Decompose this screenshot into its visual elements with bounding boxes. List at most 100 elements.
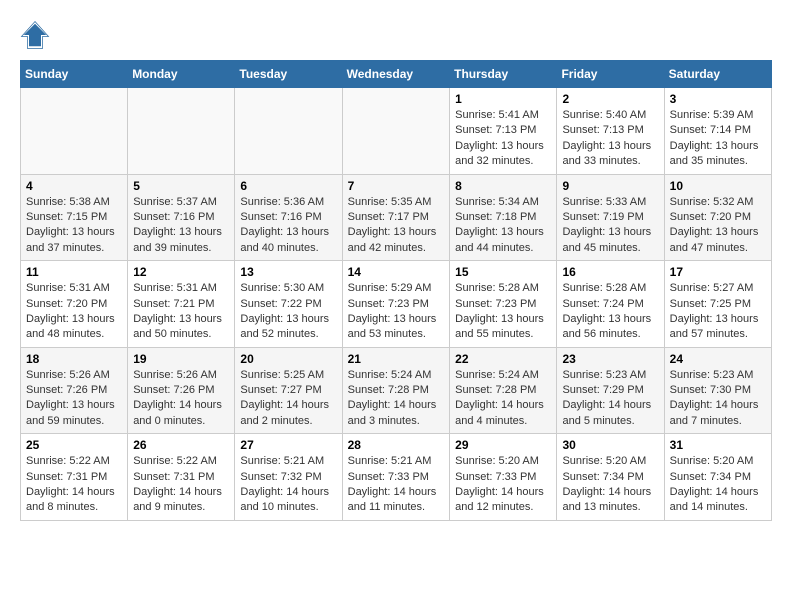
calendar-week-row: 18Sunrise: 5:26 AM Sunset: 7:26 PM Dayli… <box>21 347 772 434</box>
day-number: 13 <box>240 265 336 279</box>
calendar-day-cell: 1 Sunrise: 5:41 AM Sunset: 7:13 PM Daylig… <box>450 88 557 175</box>
calendar-day-cell: 4 Sunrise: 5:38 AM Sunset: 7:15 PM Daylig… <box>21 174 128 261</box>
day-info: Sunrise: 5:24 AM Sunset: 7:28 PM Dayligh… <box>348 368 445 430</box>
day-info: Sunrise: 5:28 AM Sunset: 7:24 PM Dayligh… <box>562 281 658 343</box>
calendar-week-row: 25 Sunrise: 5:22 AM Sunset: 7:31 PM Dayli… <box>21 434 772 521</box>
day-info: Sunrise: 5:38 AM Sunset: 7:15 PM Dayligh… <box>26 195 122 257</box>
calendar-day-cell <box>128 88 235 175</box>
calendar-day-cell: 16 Sunrise: 5:28 AM Sunset: 7:24 PM Dayli… <box>557 261 664 348</box>
day-number: 14 <box>348 265 445 279</box>
calendar-day-cell: 17 Sunrise: 5:27 AM Sunset: 7:25 PM Dayli… <box>664 261 771 348</box>
day-number: 28 <box>348 438 445 452</box>
day-info: Sunrise: 5:31 AM Sunset: 7:20 PM Dayligh… <box>26 281 122 343</box>
day-info: Sunrise: 5:30 AM Sunset: 7:22 PM Dayligh… <box>240 281 336 343</box>
calendar-day-cell: 5 Sunrise: 5:37 AM Sunset: 7:16 PM Daylig… <box>128 174 235 261</box>
day-info: Sunrise: 5:21 AM Sunset: 7:32 PM Dayligh… <box>240 454 336 516</box>
day-number: 22 <box>455 352 551 366</box>
day-number: 19 <box>133 352 229 366</box>
calendar-day-cell: 23 Sunrise: 5:23 AM Sunset: 7:29 PM Dayli… <box>557 347 664 434</box>
day-number: 24 <box>670 352 766 366</box>
day-number: 11 <box>26 265 122 279</box>
calendar-header-row: SundayMondayTuesdayWednesdayThursdayFrid… <box>21 61 772 88</box>
day-info: Sunrise: 5:23 AM Sunset: 7:30 PM Dayligh… <box>670 368 766 430</box>
calendar-day-cell: 20 Sunrise: 5:25 AM Sunset: 7:27 PM Dayli… <box>235 347 342 434</box>
day-info: Sunrise: 5:40 AM Sunset: 7:13 PM Dayligh… <box>562 108 658 170</box>
page-header <box>20 20 772 50</box>
day-number: 10 <box>670 179 766 193</box>
calendar-day-cell: 27 Sunrise: 5:21 AM Sunset: 7:32 PM Dayli… <box>235 434 342 521</box>
day-number: 4 <box>26 179 122 193</box>
calendar-day-cell: 29 Sunrise: 5:20 AM Sunset: 7:33 PM Dayli… <box>450 434 557 521</box>
day-info: Sunrise: 5:20 AM Sunset: 7:33 PM Dayligh… <box>455 454 551 516</box>
day-number: 30 <box>562 438 658 452</box>
day-number: 3 <box>670 92 766 106</box>
day-info: Sunrise: 5:28 AM Sunset: 7:23 PM Dayligh… <box>455 281 551 343</box>
logo <box>20 20 54 50</box>
day-info: Sunrise: 5:31 AM Sunset: 7:21 PM Dayligh… <box>133 281 229 343</box>
calendar-day-cell: 25 Sunrise: 5:22 AM Sunset: 7:31 PM Dayli… <box>21 434 128 521</box>
day-number: 16 <box>562 265 658 279</box>
calendar-day-cell: 24 Sunrise: 5:23 AM Sunset: 7:30 PM Dayli… <box>664 347 771 434</box>
calendar-table: SundayMondayTuesdayWednesdayThursdayFrid… <box>20 60 772 521</box>
calendar-day-cell: 9Sunrise: 5:33 AM Sunset: 7:19 PM Daylig… <box>557 174 664 261</box>
day-info: Sunrise: 5:32 AM Sunset: 7:20 PM Dayligh… <box>670 195 766 257</box>
day-number: 25 <box>26 438 122 452</box>
day-number: 12 <box>133 265 229 279</box>
day-info: Sunrise: 5:20 AM Sunset: 7:34 PM Dayligh… <box>562 454 658 516</box>
calendar-day-cell: 3Sunrise: 5:39 AM Sunset: 7:14 PM Daylig… <box>664 88 771 175</box>
day-number: 23 <box>562 352 658 366</box>
day-of-week-header: Monday <box>128 61 235 88</box>
day-number: 7 <box>348 179 445 193</box>
day-number: 15 <box>455 265 551 279</box>
day-of-week-header: Sunday <box>21 61 128 88</box>
calendar-day-cell <box>342 88 450 175</box>
calendar-week-row: 1 Sunrise: 5:41 AM Sunset: 7:13 PM Daylig… <box>21 88 772 175</box>
day-of-week-header: Saturday <box>664 61 771 88</box>
day-info: Sunrise: 5:25 AM Sunset: 7:27 PM Dayligh… <box>240 368 336 430</box>
calendar-day-cell: 18Sunrise: 5:26 AM Sunset: 7:26 PM Dayli… <box>21 347 128 434</box>
calendar-day-cell: 14 Sunrise: 5:29 AM Sunset: 7:23 PM Dayli… <box>342 261 450 348</box>
day-info: Sunrise: 5:20 AM Sunset: 7:34 PM Dayligh… <box>670 454 766 516</box>
day-number: 17 <box>670 265 766 279</box>
calendar-day-cell: 22 Sunrise: 5:24 AM Sunset: 7:28 PM Dayli… <box>450 347 557 434</box>
calendar-day-cell: 26Sunrise: 5:22 AM Sunset: 7:31 PM Dayli… <box>128 434 235 521</box>
calendar-day-cell: 12 Sunrise: 5:31 AM Sunset: 7:21 PM Dayli… <box>128 261 235 348</box>
day-of-week-header: Wednesday <box>342 61 450 88</box>
calendar-day-cell: 10 Sunrise: 5:32 AM Sunset: 7:20 PM Dayli… <box>664 174 771 261</box>
day-info: Sunrise: 5:41 AM Sunset: 7:13 PM Dayligh… <box>455 108 551 170</box>
calendar-day-cell: 2 Sunrise: 5:40 AM Sunset: 7:13 PM Daylig… <box>557 88 664 175</box>
calendar-day-cell: 31 Sunrise: 5:20 AM Sunset: 7:34 PM Dayli… <box>664 434 771 521</box>
day-of-week-header: Tuesday <box>235 61 342 88</box>
calendar-day-cell: 19 Sunrise: 5:26 AM Sunset: 7:26 PM Dayli… <box>128 347 235 434</box>
day-info: Sunrise: 5:27 AM Sunset: 7:25 PM Dayligh… <box>670 281 766 343</box>
day-number: 5 <box>133 179 229 193</box>
calendar-day-cell: 6Sunrise: 5:36 AM Sunset: 7:16 PM Daylig… <box>235 174 342 261</box>
calendar-day-cell <box>235 88 342 175</box>
calendar-week-row: 4 Sunrise: 5:38 AM Sunset: 7:15 PM Daylig… <box>21 174 772 261</box>
day-info: Sunrise: 5:29 AM Sunset: 7:23 PM Dayligh… <box>348 281 445 343</box>
day-number: 2 <box>562 92 658 106</box>
day-info: Sunrise: 5:22 AM Sunset: 7:31 PM Dayligh… <box>133 454 229 516</box>
day-number: 31 <box>670 438 766 452</box>
day-number: 20 <box>240 352 336 366</box>
calendar-day-cell: 11 Sunrise: 5:31 AM Sunset: 7:20 PM Dayli… <box>21 261 128 348</box>
day-info: Sunrise: 5:23 AM Sunset: 7:29 PM Dayligh… <box>562 368 658 430</box>
calendar-day-cell: 28 Sunrise: 5:21 AM Sunset: 7:33 PM Dayli… <box>342 434 450 521</box>
day-info: Sunrise: 5:26 AM Sunset: 7:26 PM Dayligh… <box>133 368 229 430</box>
calendar-day-cell: 15 Sunrise: 5:28 AM Sunset: 7:23 PM Dayli… <box>450 261 557 348</box>
calendar-day-cell: 30 Sunrise: 5:20 AM Sunset: 7:34 PM Dayli… <box>557 434 664 521</box>
day-info: Sunrise: 5:35 AM Sunset: 7:17 PM Dayligh… <box>348 195 445 257</box>
day-info: Sunrise: 5:26 AM Sunset: 7:26 PM Dayligh… <box>26 368 122 430</box>
calendar-day-cell <box>21 88 128 175</box>
calendar-day-cell: 21Sunrise: 5:24 AM Sunset: 7:28 PM Dayli… <box>342 347 450 434</box>
day-info: Sunrise: 5:24 AM Sunset: 7:28 PM Dayligh… <box>455 368 551 430</box>
day-number: 29 <box>455 438 551 452</box>
logo-icon <box>20 20 50 50</box>
calendar-week-row: 11 Sunrise: 5:31 AM Sunset: 7:20 PM Dayli… <box>21 261 772 348</box>
day-number: 1 <box>455 92 551 106</box>
day-info: Sunrise: 5:37 AM Sunset: 7:16 PM Dayligh… <box>133 195 229 257</box>
day-info: Sunrise: 5:36 AM Sunset: 7:16 PM Dayligh… <box>240 195 336 257</box>
day-info: Sunrise: 5:22 AM Sunset: 7:31 PM Dayligh… <box>26 454 122 516</box>
day-info: Sunrise: 5:21 AM Sunset: 7:33 PM Dayligh… <box>348 454 445 516</box>
day-number: 27 <box>240 438 336 452</box>
